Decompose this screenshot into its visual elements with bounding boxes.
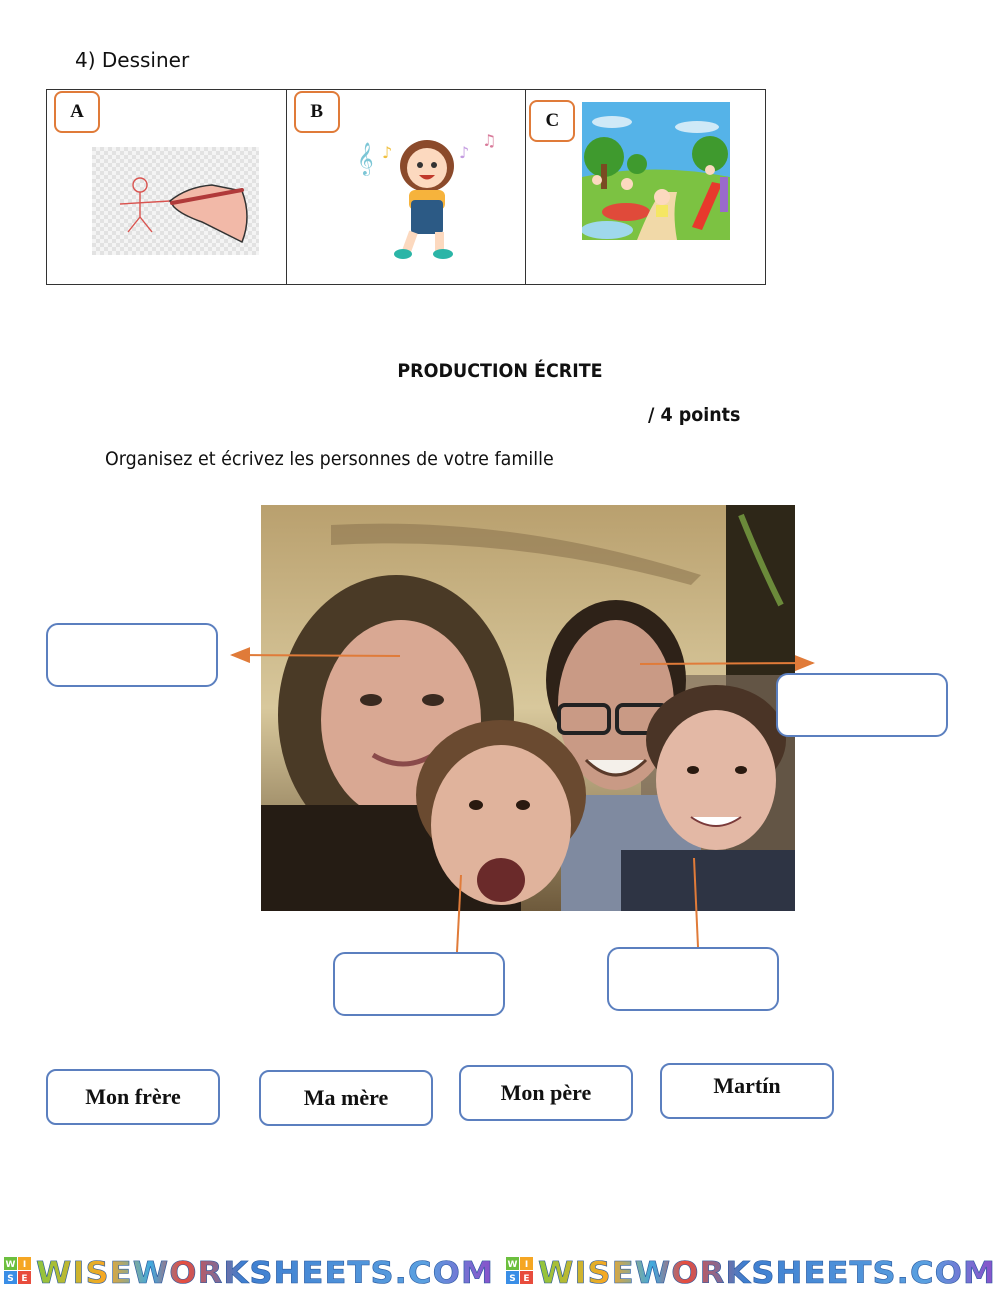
- word-option-mon-pere[interactable]: Mon père: [459, 1065, 633, 1121]
- word-option-ma-mere[interactable]: Ma mère: [259, 1070, 433, 1126]
- svg-text:I: I: [525, 1260, 528, 1270]
- svg-text:♪: ♪: [459, 143, 469, 162]
- family-photo: [261, 505, 795, 911]
- svg-text:E: E: [21, 1274, 27, 1284]
- answer-box-younger-child[interactable]: [333, 952, 507, 1016]
- exercise-heading: 4) Dessiner: [75, 48, 190, 72]
- image-options-table: A B 𝄞 ♪ ♪ ♫ C: [46, 89, 766, 285]
- answer-input-mother[interactable]: [48, 625, 220, 687]
- answer-input-father[interactable]: [778, 675, 950, 737]
- svg-text:S: S: [509, 1274, 515, 1284]
- wiseworksheets-logo: W I S E WISEWORKSHEETS.COM W I S E WISEW…: [4, 1256, 996, 1291]
- option-letter-c: C: [529, 100, 576, 142]
- logo-badge-icon-2: W I S E: [506, 1257, 533, 1284]
- option-letter-a: A: [54, 91, 100, 133]
- word-option-mon-frere[interactable]: Mon frère: [46, 1069, 220, 1125]
- option-cell-c: C: [526, 90, 765, 284]
- svg-text:W: W: [508, 1260, 518, 1270]
- option-letter-b: B: [293, 91, 340, 133]
- svg-text:♪: ♪: [382, 143, 392, 162]
- svg-text:♫: ♫: [482, 131, 496, 150]
- option-cell-b: B 𝄞 ♪ ♪ ♫: [287, 90, 527, 284]
- answer-input-older-child[interactable]: [609, 949, 781, 1011]
- svg-text:S: S: [7, 1274, 13, 1284]
- svg-text:I: I: [23, 1260, 26, 1270]
- playground-image: [582, 102, 731, 240]
- answer-box-father[interactable]: [776, 673, 950, 737]
- svg-text:E: E: [523, 1274, 529, 1284]
- logo-text: WISEWORKSHEETS.COM: [36, 1256, 494, 1290]
- instruction-text: Organisez et écrivez les personnes de vo…: [105, 448, 554, 470]
- answer-input-younger-child[interactable]: [335, 954, 507, 1016]
- answer-box-older-child[interactable]: [607, 947, 781, 1011]
- logo-badge-icon: W I S E: [4, 1257, 31, 1284]
- dancing-girl-image: 𝄞 ♪ ♪ ♫: [357, 131, 496, 259]
- svg-text:𝄞: 𝄞: [357, 142, 374, 176]
- option-cell-a: A: [47, 90, 287, 284]
- logo-text-2: WISEWORKSHEETS.COM: [538, 1256, 996, 1290]
- section-title: PRODUCTION ÉCRITE: [397, 360, 603, 382]
- drawing-hand-image: [92, 147, 259, 255]
- word-option-martin[interactable]: Martín: [660, 1063, 834, 1119]
- svg-text:W: W: [6, 1260, 16, 1270]
- points-label: / 4 points: [648, 404, 741, 426]
- answer-box-mother[interactable]: [46, 623, 220, 687]
- footer-watermark: W I S E WISEWORKSHEETS.COM W I S E WISEW…: [0, 1252, 1000, 1291]
